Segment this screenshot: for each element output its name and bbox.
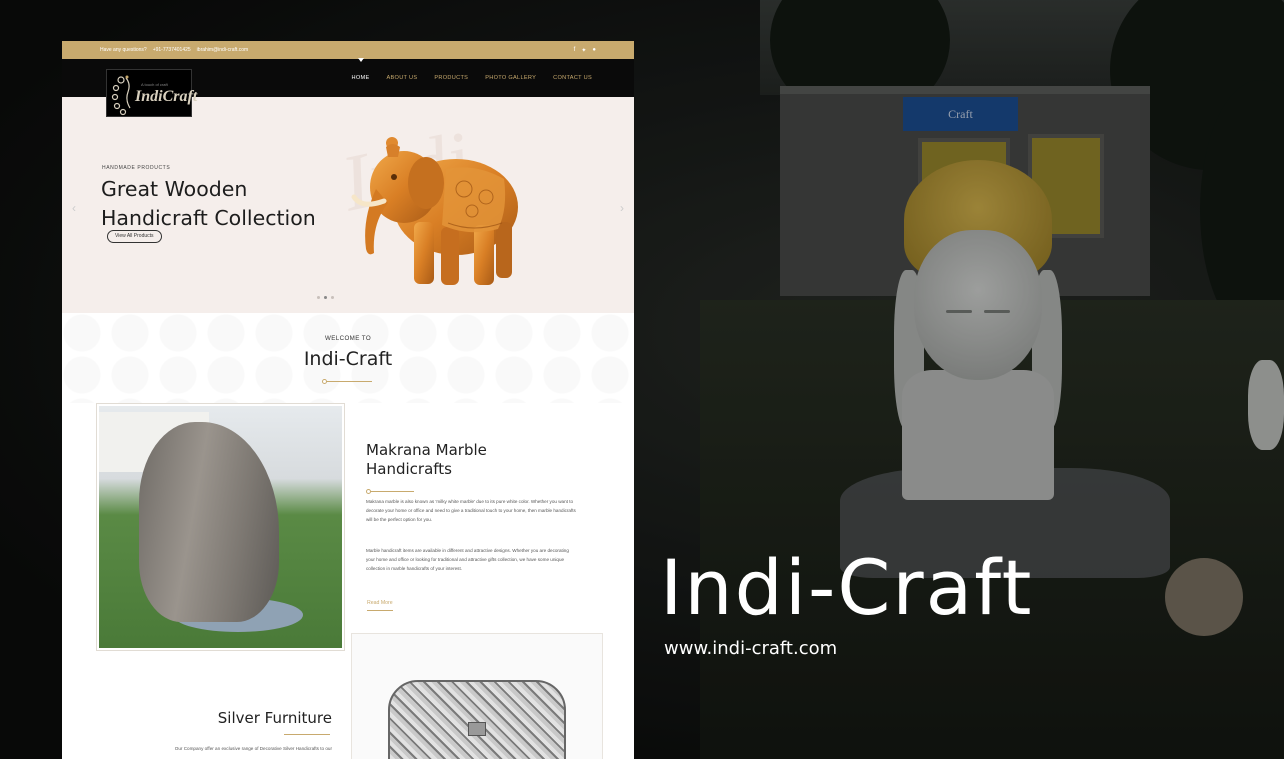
slider-next-arrow-icon[interactable]: › [620, 201, 624, 215]
nav-photo-gallery[interactable]: PHOTO GALLERY [485, 75, 536, 81]
hero-slider: Indi ‹ › HANDMADE PRODUCTS Great Wooden … [62, 97, 634, 313]
nav-about-us[interactable]: ABOUT US [387, 75, 418, 81]
phone-link[interactable]: +91-7737401425 [153, 47, 191, 53]
silver-box-clasp [468, 722, 486, 736]
silver-furniture-title: Silver Furniture [217, 709, 332, 727]
silver-box-image [388, 680, 566, 759]
instagram-icon[interactable]: ● [592, 47, 596, 54]
hero-title: Great Wooden Handicraft Collection [101, 175, 361, 233]
makrana-divider-dot [366, 489, 371, 494]
silver-paragraph: Our Company offer an exclusive range of … [174, 746, 332, 751]
facebook-icon[interactable]: f [574, 47, 576, 54]
welcome-section: WELCOME TO Indi-Craft [62, 313, 634, 403]
twitter-icon[interactable]: ✦ [581, 47, 586, 54]
makrana-title-line1: Makrana Marble [366, 441, 487, 459]
marble-head-sculpture [139, 422, 279, 622]
main-nav: HOME ABOUT US PRODUCTS PHOTO GALLERY CON… [352, 58, 592, 97]
hero-kicker: HANDMADE PRODUCTS [102, 165, 171, 171]
site-logo[interactable]: A touch of craft IndiCraft [106, 69, 197, 117]
hero-title-line1: Great Wooden [101, 177, 248, 201]
makrana-title-line2: Handicrafts [366, 460, 452, 478]
view-all-products-button[interactable]: View All Products [107, 230, 162, 243]
hero-title-line2: Handicraft Collection [101, 206, 316, 230]
slider-dot[interactable] [331, 296, 334, 299]
makrana-marble-title: Makrana Marble Handicrafts [366, 441, 487, 479]
logo-tagline: A touch of craft [141, 82, 168, 87]
nav-contact-us[interactable]: CONTACT US [553, 75, 592, 81]
makrana-paragraph-1: Makrana marble is also known as 'milky w… [366, 499, 576, 522]
slider-dot[interactable] [317, 296, 320, 299]
marble-sculpture-image [99, 406, 342, 648]
slider-prev-arrow-icon[interactable]: ‹ [72, 201, 76, 215]
makrana-divider [368, 491, 414, 492]
slider-dot-active[interactable] [324, 296, 327, 299]
email-link[interactable]: ibrahim@indi-craft.com [197, 47, 248, 53]
welcome-divider-dot [322, 379, 327, 384]
top-info-bar: Have any questions? +91-7737401425 ibrah… [62, 41, 634, 59]
nav-home[interactable]: HOME [352, 58, 370, 81]
website-mockup: Have any questions? +91-7737401425 ibrah… [62, 41, 634, 759]
welcome-kicker: WELCOME TO [324, 335, 372, 342]
nav-products[interactable]: PRODUCTS [434, 75, 468, 81]
social-links: f ✦ ● [574, 47, 596, 54]
slider-dots [317, 296, 334, 299]
makrana-paragraph-2: Marble handicraft items are available in… [366, 548, 569, 571]
welcome-title: Indi-Craft [303, 348, 393, 370]
brand-url: www.indi-craft.com [664, 638, 838, 659]
silver-box-photo [351, 633, 603, 759]
brand-title: Indi-Craft [660, 543, 1034, 632]
peacock-logo-icon [111, 75, 131, 116]
question-text: Have any questions? [100, 47, 147, 53]
contact-info: Have any questions? +91-7737401425 ibrah… [100, 47, 248, 53]
marble-head-photo [96, 403, 345, 651]
wooden-elephant-image [351, 137, 518, 285]
silver-divider [284, 734, 330, 735]
read-more-link[interactable]: Read More [367, 600, 393, 611]
logo-text: IndiCraft [135, 88, 198, 105]
welcome-divider [324, 381, 372, 382]
